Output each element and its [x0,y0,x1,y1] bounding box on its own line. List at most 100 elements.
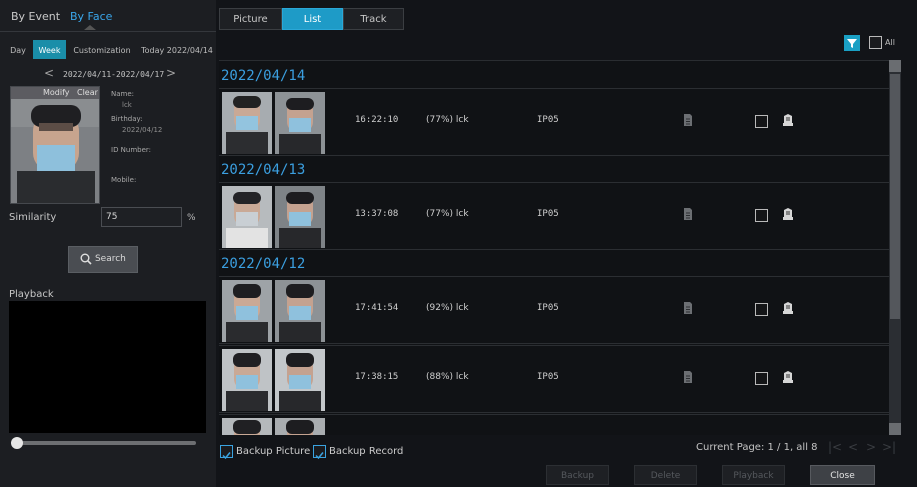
search-icon [80,253,92,265]
search-button[interactable]: Search [68,246,138,273]
record-checkbox[interactable] [755,303,768,316]
search-mode-nav: By Event By Face [0,0,216,32]
details-icon[interactable] [682,113,694,127]
select-all-checkbox[interactable] [869,36,882,49]
record-match: (88%) lck [426,372,469,382]
range-tab-day[interactable]: Day [5,40,31,59]
date-header: 2022/04/13 [219,157,889,183]
snapshot-image [222,418,272,435]
scroll-down-icon[interactable] [889,423,901,435]
export-icon[interactable] [781,113,795,127]
face-snapshot[interactable] [275,186,325,248]
funnel-icon [847,39,857,48]
backup-record-checkbox[interactable] [313,445,326,460]
snapshot-image [275,280,325,342]
list-item[interactable]: 13:37:08 (77%) lck IP05 [219,182,889,250]
last-page-icon[interactable]: >| [882,440,896,454]
scroll-up-icon[interactable] [889,60,901,72]
name-label: Name: [111,90,135,98]
backup-button[interactable]: Backup [546,465,609,485]
face-snapshot[interactable] [275,349,325,411]
date-header-text: 2022/04/13 [221,162,306,178]
next-week-icon[interactable]: > [166,66,176,80]
list-scrollbar[interactable] [889,60,901,435]
id-number-label: ID Number: [111,146,152,154]
backup-picture-checkbox[interactable] [220,445,233,460]
snapshot-image [222,349,272,411]
face-snapshot[interactable] [275,280,325,342]
left-panel: By Event By Face Day Week Customization … [0,0,216,487]
record-time: 13:37:08 [355,209,399,219]
face-snapshot[interactable] [222,92,272,154]
playback-slider[interactable] [11,437,196,449]
face-snapshot[interactable] [222,186,272,248]
snapshot-image [222,186,272,248]
prev-week-icon[interactable]: < [44,66,54,80]
record-checkbox[interactable] [755,372,768,385]
export-icon[interactable] [781,207,795,221]
similarity-label: Similarity [9,212,57,223]
date-header: 2022/04/12 [219,251,889,277]
snapshot-image [222,280,272,342]
photo-toolbar: Modify Clear [11,87,99,99]
mobile-label: Mobile: [111,176,137,184]
details-icon[interactable] [682,207,694,221]
clear-button[interactable]: Clear [77,87,98,99]
tab-by-face[interactable]: By Face [70,10,112,23]
face-image [11,87,99,203]
birthday-label: Birthday: [111,115,143,123]
playback-label: Playback [9,289,54,300]
record-camera: IP05 [537,115,559,125]
prev-page-icon[interactable]: < [848,440,858,454]
face-snapshot[interactable] [275,92,325,154]
record-match: (77%) lck [426,115,469,125]
select-all-label: All [885,38,895,47]
face-snapshot[interactable] [222,280,272,342]
backup-picture-label: Backup Picture [236,446,311,457]
snapshot-image [222,92,272,154]
record-checkbox[interactable] [755,209,768,222]
close-button[interactable]: Close [810,465,875,485]
tab-by-event[interactable]: By Event [11,10,60,23]
tab-picture[interactable]: Picture [219,8,282,30]
active-tab-indicator [70,25,110,31]
modify-button[interactable]: Modify [43,87,70,99]
filter-icon[interactable] [844,35,860,51]
similarity-input[interactable] [101,207,182,227]
record-match: (92%) lck [426,303,469,313]
delete-button[interactable]: Delete [634,465,697,485]
tab-list[interactable]: List [282,8,343,30]
record-camera: IP05 [537,372,559,382]
range-tab-week[interactable]: Week [33,40,66,59]
record-camera: IP05 [537,209,559,219]
next-page-icon[interactable]: > [866,440,876,454]
date-header-text: 2022/04/14 [221,68,306,84]
export-icon[interactable] [781,301,795,315]
week-range-text: 2022/04/11-2022/04/17 [63,70,165,79]
record-checkbox[interactable] [755,115,768,128]
list-item[interactable]: 17:41:54 (92%) lck IP05 [219,276,889,344]
first-page-icon[interactable]: |< [828,440,842,454]
face-snapshot[interactable] [222,418,272,435]
list-item[interactable]: 17:38:15 (88%) lck IP05 [219,345,889,413]
range-tab-customization[interactable]: Customization [69,40,135,59]
details-icon[interactable] [682,301,694,315]
export-icon[interactable] [781,370,795,384]
birthday-value: 2022/04/12 [122,126,163,134]
record-time: 17:41:54 [355,303,399,313]
playback-slider-handle[interactable] [11,437,23,449]
range-tab-today[interactable]: Today 2022/04/14 [138,40,216,59]
search-button-label: Search [94,254,126,264]
playback-video [9,301,206,433]
tab-track[interactable]: Track [343,8,404,30]
checkmark-icon [315,452,324,460]
face-snapshot[interactable] [275,418,325,435]
list-item[interactable]: 16:22:10 (77%) lck IP05 [219,88,889,156]
details-icon[interactable] [682,370,694,384]
backup-record-label: Backup Record [329,446,404,457]
list-item[interactable] [219,414,889,435]
face-snapshot[interactable] [222,349,272,411]
playback-button[interactable]: Playback [722,465,785,485]
snapshot-image [275,349,325,411]
scroll-thumb[interactable] [890,74,900,319]
